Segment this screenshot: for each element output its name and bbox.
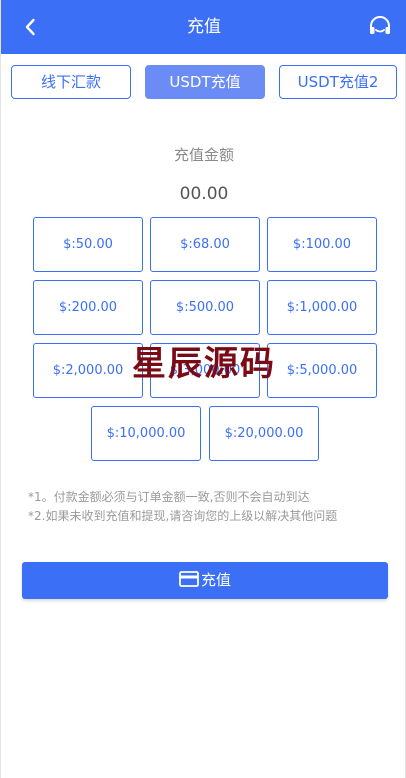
amount-option[interactable]: $:10,000.00 <box>91 406 201 461</box>
page-title: 充值 <box>187 17 221 37</box>
tab-offline-remittance[interactable]: 线下汇款 <box>11 65 131 99</box>
headset-icon <box>370 16 390 34</box>
customer-service-button[interactable] <box>367 14 393 40</box>
amount-option[interactable]: $:20,000.00 <box>209 406 319 461</box>
card-icon <box>179 571 199 587</box>
amount-option[interactable]: $:500.00 <box>150 280 260 335</box>
payment-method-tabs: 线下汇款 USDT充值 USDT充值2 <box>11 65 397 99</box>
amount-option[interactable]: $:2,000.00 <box>33 343 143 398</box>
tab-usdt-recharge[interactable]: USDT充值 <box>145 65 265 99</box>
amount-label: 充值金额 <box>173 146 234 164</box>
top-bar: 充值 <box>1 0 406 54</box>
notice-line: *2.如果未收到充值和提现,请咨询您的上级以解决其他问题 <box>28 509 338 523</box>
tab-usdt-recharge-2[interactable]: USDT充值2 <box>279 65 397 99</box>
amount-option[interactable]: $:200.00 <box>33 280 143 335</box>
recharge-submit-button[interactable]: 充值 <box>22 562 388 599</box>
amount-option[interactable]: $:50.00 <box>33 217 143 272</box>
recharge-page: 充值 线下汇款 USDT充值 USDT充值2 充值金额 00.00 $:50.0… <box>0 0 406 778</box>
amount-option[interactable]: $:3,000.00 <box>150 343 260 398</box>
amount-value: 00.00 <box>179 184 229 204</box>
amount-option[interactable]: $:100.00 <box>267 217 377 272</box>
amount-option[interactable]: $:5,000.00 <box>267 343 377 398</box>
recharge-submit-label: 充值 <box>200 571 231 589</box>
notice-text: *1。付款金额必须与订单金额一致,否则不会自动到达 *2.如果未收到充值和提现,… <box>28 488 398 526</box>
notice-line: *1。付款金额必须与订单金额一致,否则不会自动到达 <box>28 490 310 504</box>
amount-option[interactable]: $:68.00 <box>150 217 260 272</box>
amount-option[interactable]: $:1,000.00 <box>267 280 377 335</box>
